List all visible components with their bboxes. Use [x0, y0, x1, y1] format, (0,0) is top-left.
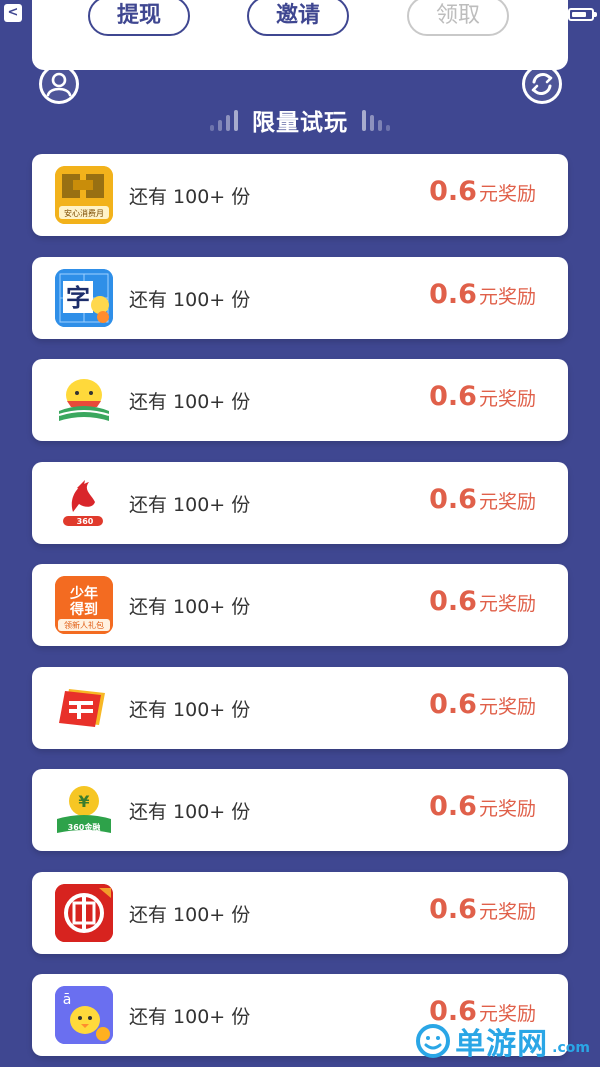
consumer-app-icon: 安心消费月 — [55, 166, 113, 224]
word-learning-app-icon: 字 — [55, 268, 113, 327]
section-title: 限量试玩 — [252, 110, 348, 136]
svg-text:少年: 少年 — [69, 585, 98, 602]
refresh-icon[interactable] — [522, 64, 562, 104]
list-item[interactable]: 字 还有 100+ 份 0.6 元奖励 — [32, 256, 568, 339]
svg-text:得到: 得到 — [69, 601, 98, 618]
list-item[interactable]: 安心消费月 还有 100+ 份 0.6 元奖励 — [32, 154, 568, 236]
remaining-count: 还有 100+ 份 — [129, 493, 251, 516]
battery-icon — [568, 8, 597, 21]
right-decor-bars-icon — [362, 109, 390, 131]
invite-button[interactable]: 邀请 — [247, 0, 349, 36]
young-dedao-app-icon: 少年 得到 领新人礼包 — [55, 576, 113, 634]
trial-task-list: 安心消费月 还有 100+ 份 0.6 元奖励 字 还有 100+ 份 0.6 … — [32, 154, 568, 1067]
post-bank-app-icon — [55, 678, 113, 737]
section-header: 限量试玩 — [0, 102, 600, 138]
list-item[interactable]: 还有 100+ 份 0.6 元奖励 — [32, 359, 568, 441]
watermark-text: 单游网 — [455, 1027, 549, 1062]
list-item[interactable]: ¥ 360金融 还有 100+ 份 0.6 元奖励 — [32, 769, 568, 851]
reward-amount: 0.6 元奖励 — [429, 586, 536, 617]
remaining-count: 还有 100+ 份 — [129, 801, 251, 823]
360-finance-app-icon: ¥ 360金融 — [55, 781, 113, 839]
360-finance-caption: 360金融 — [68, 822, 101, 832]
pinyin-glyph: ā — [63, 992, 72, 1008]
watermark-logo-icon — [416, 1024, 451, 1058]
consumer-app-caption: 安心消费月 — [64, 208, 104, 218]
reward-amount: 0.6 元奖励 — [429, 381, 536, 412]
top-action-card: 提现 邀请 领取 — [32, 0, 568, 70]
360-browser-app-icon: 360 — [55, 473, 113, 532]
withdraw-button[interactable]: 提现 — [88, 0, 190, 36]
reward-amount: 0.6 元奖励 — [429, 176, 536, 207]
list-item[interactable]: 少年 得到 领新人礼包 还有 100+ 份 0.6 元奖励 — [32, 564, 568, 646]
left-decor-bars-icon — [210, 109, 238, 131]
watermark-domain: .com — [552, 1040, 590, 1056]
citic-bank-app-icon — [55, 883, 113, 942]
remaining-count: 还有 100+ 份 — [129, 391, 251, 413]
reward-amount: 0.6 元奖励 — [429, 278, 536, 310]
user-profile-icon[interactable] — [39, 64, 79, 104]
svg-text:¥: ¥ — [78, 792, 89, 811]
360-browser-caption: 360 — [77, 517, 94, 526]
remaining-count: 还有 100+ 份 — [129, 596, 251, 618]
remaining-count: 还有 100+ 份 — [129, 1006, 251, 1028]
remaining-count: 还有 100+ 份 — [129, 186, 251, 208]
chick-pinyin-app-icon: ā — [55, 986, 113, 1044]
list-item[interactable]: 还有 100+ 份 0.6 元奖励 — [32, 666, 568, 749]
site-watermark: 单游网 .com — [415, 1019, 590, 1063]
remaining-count: 还有 100+ 份 — [129, 698, 251, 721]
word-app-glyph: 字 — [66, 284, 90, 312]
reward-amount: 0.6 元奖励 — [429, 893, 536, 925]
claim-button[interactable]: 领取 — [407, 0, 509, 36]
reward-amount: 0.6 元奖励 — [429, 483, 536, 515]
back-icon[interactable]: < — [4, 4, 22, 22]
reward-amount: 0.6 元奖励 — [429, 791, 536, 822]
chick-book-app-icon — [55, 371, 113, 429]
remaining-count: 还有 100+ 份 — [129, 903, 251, 926]
list-item[interactable]: 还有 100+ 份 0.6 元奖励 — [32, 871, 568, 954]
reward-amount: 0.6 元奖励 — [429, 688, 536, 720]
remaining-count: 还有 100+ 份 — [129, 288, 251, 311]
young-dedao-caption: 领新人礼包 — [64, 620, 104, 630]
app-screen: < 提现 邀请 领取 限量试玩 安心消费月 还有 100+ 份 0.6 元奖励 … — [0, 0, 600, 1067]
list-item[interactable]: 360 还有 100+ 份 0.6 元奖励 — [32, 461, 568, 544]
